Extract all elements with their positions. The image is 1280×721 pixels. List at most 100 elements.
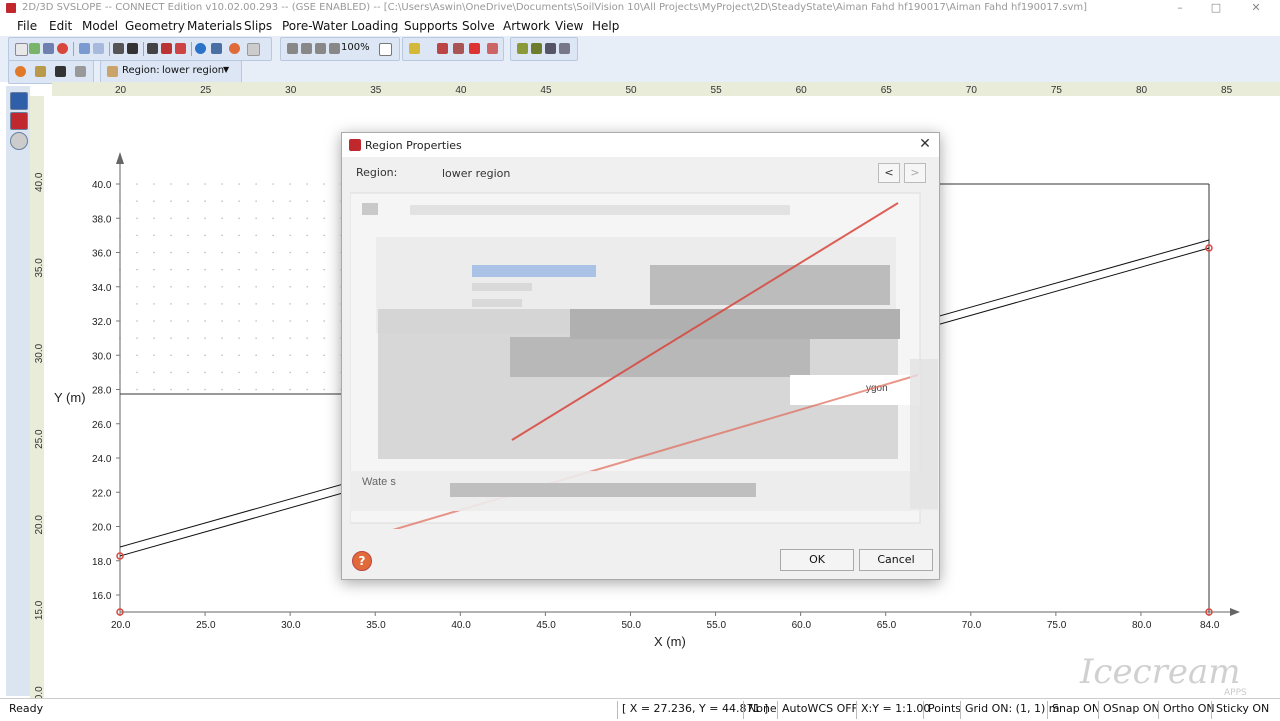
material-b-icon[interactable]: [531, 43, 542, 54]
slip-mode-icon[interactable]: [35, 66, 46, 77]
region-selector[interactable]: Region: lower region ▼: [100, 60, 242, 84]
zoom-in-icon[interactable]: [287, 43, 298, 54]
fit-icon[interactable]: [379, 43, 392, 56]
window-title: 2D/3D SVSLOPE -- CONNECT Edition v10.02.…: [22, 2, 1087, 13]
dialog-help-button[interactable]: ?: [352, 551, 372, 571]
menu-slips[interactable]: Slips: [244, 18, 272, 34]
info-icon[interactable]: [195, 43, 206, 54]
material-d-icon[interactable]: [559, 43, 570, 54]
cancel-button[interactable]: Cancel: [859, 549, 933, 571]
open-file-icon[interactable]: [29, 43, 40, 54]
redo-icon[interactable]: [93, 43, 104, 54]
grid-dot: [255, 285, 257, 288]
grid-dot: [238, 268, 240, 271]
grid-dot: [221, 200, 223, 202]
menu-file[interactable]: File: [17, 18, 37, 34]
geometry-mode-icon[interactable]: [15, 66, 26, 77]
grid-dot: [119, 251, 121, 254]
draw-region-icon[interactable]: [469, 43, 480, 54]
draw-polyline-icon[interactable]: [453, 43, 464, 54]
report-icon[interactable]: [175, 43, 186, 54]
draw-line-icon[interactable]: [437, 43, 448, 54]
material-c-icon[interactable]: [545, 43, 556, 54]
grid-dot: [153, 251, 155, 254]
menu-loading[interactable]: Loading: [351, 18, 398, 34]
previous-region-button[interactable]: <: [878, 163, 900, 183]
menu-model[interactable]: Model: [82, 18, 118, 34]
undo-icon[interactable]: [79, 43, 90, 54]
material-a-icon[interactable]: [517, 43, 528, 54]
print-preview-icon[interactable]: [161, 43, 172, 54]
next-region-button[interactable]: >: [904, 163, 926, 183]
region-point: [116, 608, 124, 616]
grid-dot: [170, 200, 172, 202]
help-icon[interactable]: [229, 43, 240, 54]
menu-solve[interactable]: Solve: [462, 18, 495, 34]
title-bar: 2D/3D SVSLOPE -- CONNECT Edition v10.02.…: [0, 0, 1280, 16]
menu-supports[interactable]: Supports: [404, 18, 458, 34]
grid-dot: [204, 354, 206, 357]
zoom-extents-icon[interactable]: [329, 43, 340, 54]
x-tick-label: 75.0: [1047, 620, 1067, 631]
menu-artwork[interactable]: Artwork: [503, 18, 550, 34]
status-xy-ratio[interactable]: X:Y = 1:1.00: [861, 702, 930, 715]
y-tick-label: 20.0: [92, 523, 112, 534]
dialog-region-value: lower region: [442, 167, 511, 180]
layer-mode-icon[interactable]: [75, 66, 86, 77]
maximize-button[interactable]: □: [1196, 0, 1236, 16]
new-file-icon[interactable]: [15, 43, 28, 56]
chevron-down-icon[interactable]: ▼: [223, 65, 229, 74]
zoom-out-icon[interactable]: [301, 43, 312, 54]
grid-dot: [306, 183, 308, 185]
status-none[interactable]: None: [748, 702, 777, 715]
status-grid[interactable]: Grid ON: (1, 1) m: [965, 702, 1059, 715]
window-icon[interactable]: [247, 43, 260, 56]
pointer-icon[interactable]: [409, 43, 420, 54]
save-icon[interactable]: [43, 43, 54, 54]
grid-dot: [238, 371, 240, 374]
close-window-button[interactable]: ✕: [1236, 0, 1276, 16]
grid-dot: [306, 371, 308, 374]
print-icon[interactable]: [147, 43, 158, 54]
region-selector-value[interactable]: lower region: [162, 65, 224, 76]
region-point: [1205, 608, 1213, 616]
menu-materials[interactable]: Materials: [187, 18, 242, 34]
grid-dot: [187, 200, 189, 202]
minimize-button[interactable]: –: [1160, 0, 1200, 16]
menu-view[interactable]: View: [555, 18, 583, 34]
grid-dot: [255, 251, 257, 254]
status-osnap[interactable]: OSnap ON: [1103, 702, 1160, 715]
region-point: [116, 552, 124, 560]
model-view-icon[interactable]: [10, 92, 28, 110]
chart-view-icon[interactable]: [10, 112, 28, 130]
menu-help[interactable]: Help: [592, 18, 619, 34]
grid-mode-icon[interactable]: [55, 66, 66, 77]
results-view-icon[interactable]: [10, 132, 28, 150]
dialog-close-icon[interactable]: ✕: [917, 136, 933, 152]
grid-dot: [255, 303, 257, 305]
cut-icon[interactable]: [113, 43, 124, 54]
status-autowcs[interactable]: AutoWCS OFF: [782, 702, 858, 715]
zoom-window-icon[interactable]: [315, 43, 326, 54]
menu-geometry[interactable]: Geometry: [125, 18, 185, 34]
top-ruler: [52, 82, 1280, 96]
status-snap[interactable]: Snap ON: [1052, 702, 1100, 715]
menu-edit[interactable]: Edit: [49, 18, 72, 34]
close-file-icon[interactable]: [57, 43, 68, 54]
grid-dot: [136, 388, 138, 391]
edit-points-icon[interactable]: [487, 43, 498, 54]
grid-dot: [136, 320, 138, 322]
copy-icon[interactable]: [127, 43, 138, 54]
status-sticky[interactable]: Sticky ON: [1216, 702, 1269, 715]
grid-dot: [289, 200, 291, 202]
grid-dot: [272, 371, 274, 374]
status-points[interactable]: Points: [928, 702, 961, 715]
zoom-level[interactable]: 100%: [341, 42, 370, 53]
status-ortho[interactable]: Ortho ON: [1163, 702, 1215, 715]
grid-dot: [221, 217, 223, 220]
grid-dot: [272, 251, 274, 254]
grid-dot: [289, 388, 291, 391]
properties-icon[interactable]: [211, 43, 222, 54]
menu-pore-water[interactable]: Pore-Water: [282, 18, 348, 34]
ok-button[interactable]: OK: [780, 549, 854, 571]
